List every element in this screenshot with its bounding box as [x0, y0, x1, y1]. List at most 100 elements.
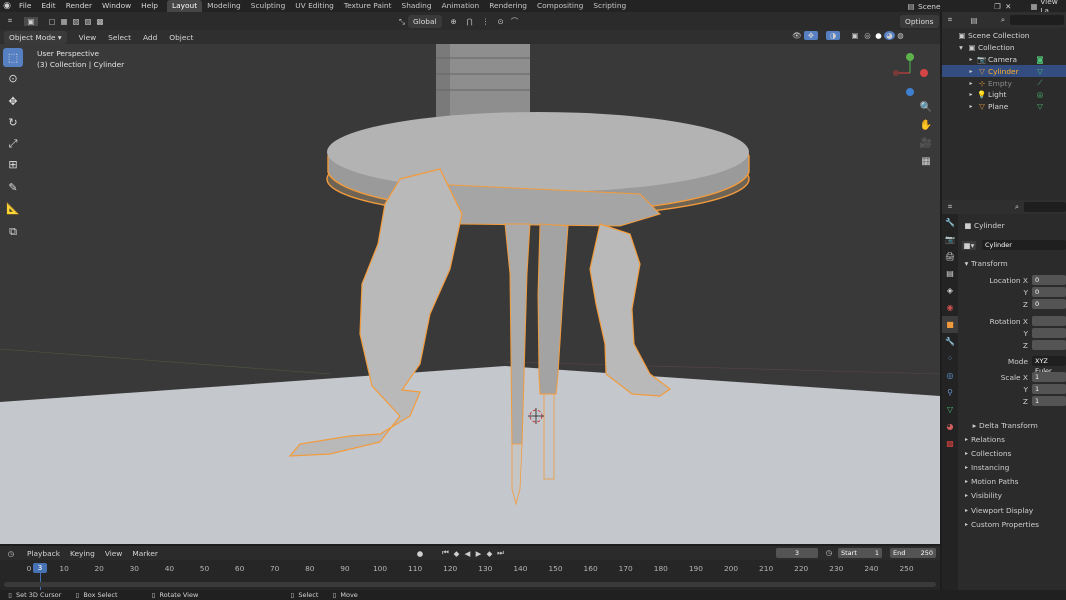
- blender-logo-icon[interactable]: ◉: [0, 1, 14, 11]
- falloff-icon[interactable]: ⌒: [508, 16, 522, 27]
- xray-icon[interactable]: ▣: [848, 31, 862, 40]
- clock-icon[interactable]: ◷: [824, 548, 834, 557]
- proportional-edit-icon[interactable]: ⊙: [494, 17, 508, 26]
- transform-orientation-dropdown[interactable]: Global: [408, 15, 442, 28]
- tab-compositing[interactable]: Compositing: [532, 0, 588, 12]
- constraints-tab-icon[interactable]: ⚲: [942, 384, 958, 401]
- jump-start-icon[interactable]: ⏮: [440, 548, 451, 558]
- collapse-icon[interactable]: ▸: [966, 103, 976, 110]
- menu-window[interactable]: Window: [97, 0, 136, 12]
- menu-marker[interactable]: Marker: [127, 549, 163, 558]
- prev-keyframe-icon[interactable]: ◆: [451, 549, 462, 558]
- menu-select[interactable]: Select: [102, 33, 137, 42]
- tab-sculpting[interactable]: Sculpting: [246, 0, 291, 12]
- scale-tool-icon[interactable]: ⤢: [3, 134, 23, 153]
- snap-icon[interactable]: ⋂: [462, 17, 478, 26]
- outliner-item-plane[interactable]: ▸ ▽ Plane ▽: [942, 101, 1066, 113]
- collapse-icon[interactable]: ▸: [966, 68, 976, 75]
- annotate-tool-icon[interactable]: ✎: [3, 178, 23, 197]
- visibility-icon[interactable]: 👁: [790, 31, 804, 40]
- zoom-icon[interactable]: 🔍: [916, 98, 936, 116]
- object-data-icon[interactable]: ■▾: [962, 240, 976, 250]
- select-box-tool-icon[interactable]: ⬚: [3, 48, 23, 67]
- section-collections[interactable]: ▸ Collections: [962, 446, 1066, 460]
- select-mode-intersect-icon[interactable]: ▩: [94, 17, 106, 26]
- camera-view-icon[interactable]: 🎥: [916, 134, 936, 152]
- end-frame-field[interactable]: End 250: [890, 548, 936, 558]
- play-icon[interactable]: ▶: [473, 549, 484, 558]
- rotation-mode-field[interactable]: XYZ Euler: [1032, 356, 1066, 375]
- editor-type-icon[interactable]: ⌗: [0, 16, 20, 26]
- select-mode-new-icon[interactable]: ▢: [46, 17, 58, 26]
- menu-playback[interactable]: Playback: [22, 549, 65, 558]
- data-tab-icon[interactable]: ▽: [942, 401, 958, 418]
- close-icon[interactable]: ✕: [1003, 2, 1014, 11]
- location-z-field[interactable]: 0: [1032, 299, 1066, 309]
- scale-x-field[interactable]: 1: [1032, 372, 1066, 382]
- pivot-icon[interactable]: ⊕: [446, 17, 462, 26]
- scene-tab-icon[interactable]: ◈: [942, 282, 958, 299]
- scene-collection-row[interactable]: ▣ Scene Collection: [942, 30, 1066, 42]
- particles-tab-icon[interactable]: ⁘: [942, 350, 958, 367]
- material-tab-icon[interactable]: ◕: [942, 418, 958, 435]
- outliner-item-camera[interactable]: ▸ 📷 Camera ◙: [942, 54, 1066, 66]
- cursor-tool-icon[interactable]: ⊙: [3, 69, 23, 88]
- tab-shading[interactable]: Shading: [397, 0, 437, 12]
- transform-tool-icon[interactable]: ⊞: [3, 155, 23, 174]
- location-x-field[interactable]: 0: [1032, 275, 1066, 285]
- tool-tab-icon[interactable]: 🔧: [942, 214, 958, 231]
- search-icon[interactable]: ⌕: [996, 15, 1010, 25]
- tab-modeling[interactable]: Modeling: [202, 0, 246, 12]
- rotation-x-field[interactable]: [1032, 316, 1066, 326]
- options-dropdown[interactable]: Options: [900, 15, 939, 28]
- scale-y-field[interactable]: 1: [1032, 384, 1066, 394]
- scene-selector[interactable]: ▤ Scene: [904, 0, 941, 12]
- delta-transform-header[interactable]: ▸ Delta Transform: [962, 418, 1066, 432]
- gizmo-x-icon[interactable]: [920, 69, 928, 77]
- timeline[interactable]: 0 10 20 30 40 50 60 70 80 90 100 110 120 130 140 150 160…: [0, 560, 940, 590]
- menu-add[interactable]: Add: [137, 33, 163, 42]
- tab-animation[interactable]: Animation: [437, 0, 485, 12]
- tab-scripting[interactable]: Scripting: [588, 0, 631, 12]
- add-cube-tool-icon[interactable]: ⧉: [3, 222, 23, 241]
- tab-uv-editing[interactable]: UV Editing: [290, 0, 339, 12]
- physics-tab-icon[interactable]: ◎: [942, 367, 958, 384]
- timeline-scrollbar[interactable]: [4, 582, 936, 587]
- object-name-field[interactable]: Cylinder: [982, 240, 1066, 250]
- collection-row[interactable]: ▾ ▣ Collection: [942, 42, 1066, 54]
- output-tab-icon[interactable]: 🖨: [942, 248, 958, 265]
- properties-search-input[interactable]: [1024, 202, 1066, 212]
- section-viewport-display[interactable]: ▸ Viewport Display: [962, 503, 1066, 517]
- outliner-item-light[interactable]: ▸ 💡 Light ◎: [942, 89, 1066, 101]
- rotation-y-field[interactable]: [1032, 328, 1066, 338]
- rotate-tool-icon[interactable]: ↻: [3, 113, 23, 132]
- section-motion-paths[interactable]: ▸ Motion Paths: [962, 475, 1066, 489]
- tab-layout[interactable]: Layout: [167, 0, 203, 12]
- modifier-tab-icon[interactable]: 🔧: [942, 333, 958, 350]
- object-data-icon[interactable]: ⟋: [1034, 78, 1046, 88]
- menu-view[interactable]: View: [73, 33, 103, 42]
- object-data-icon[interactable]: ▽: [1034, 67, 1046, 76]
- outliner-search-input[interactable]: [1010, 15, 1064, 25]
- editor-type-icon[interactable]: ◷: [0, 549, 22, 558]
- location-y-field[interactable]: 0: [1032, 287, 1066, 297]
- select-mode-subtract-icon[interactable]: ▧: [70, 17, 82, 26]
- material-shading-icon[interactable]: ◕: [884, 31, 895, 40]
- menu-object[interactable]: Object: [163, 33, 199, 42]
- move-tool-icon[interactable]: ✥: [3, 92, 23, 111]
- render-tab-icon[interactable]: 📷: [942, 231, 958, 248]
- current-frame-field[interactable]: 3: [776, 548, 818, 558]
- rotation-z-field[interactable]: [1032, 340, 1066, 350]
- view-layer-selector[interactable]: ❐ ✕ ▦ View La: [992, 0, 1066, 15]
- measure-tool-icon[interactable]: 📐: [3, 199, 23, 218]
- snap-target-icon[interactable]: ⋮: [478, 17, 494, 26]
- 3d-viewport[interactable]: User Perspective (3) Collection | Cylind…: [0, 44, 940, 544]
- object-data-icon[interactable]: ◎: [1034, 90, 1046, 99]
- pan-hand-icon[interactable]: ✋: [916, 116, 936, 134]
- collapse-icon[interactable]: ▸: [966, 56, 976, 63]
- select-mode-extend-icon[interactable]: ▦: [58, 17, 70, 26]
- object-data-icon[interactable]: ◙: [1034, 55, 1046, 64]
- menu-edit[interactable]: Edit: [36, 0, 60, 12]
- gizmo-neg-x-icon[interactable]: [893, 70, 899, 76]
- menu-keying[interactable]: Keying: [65, 549, 100, 558]
